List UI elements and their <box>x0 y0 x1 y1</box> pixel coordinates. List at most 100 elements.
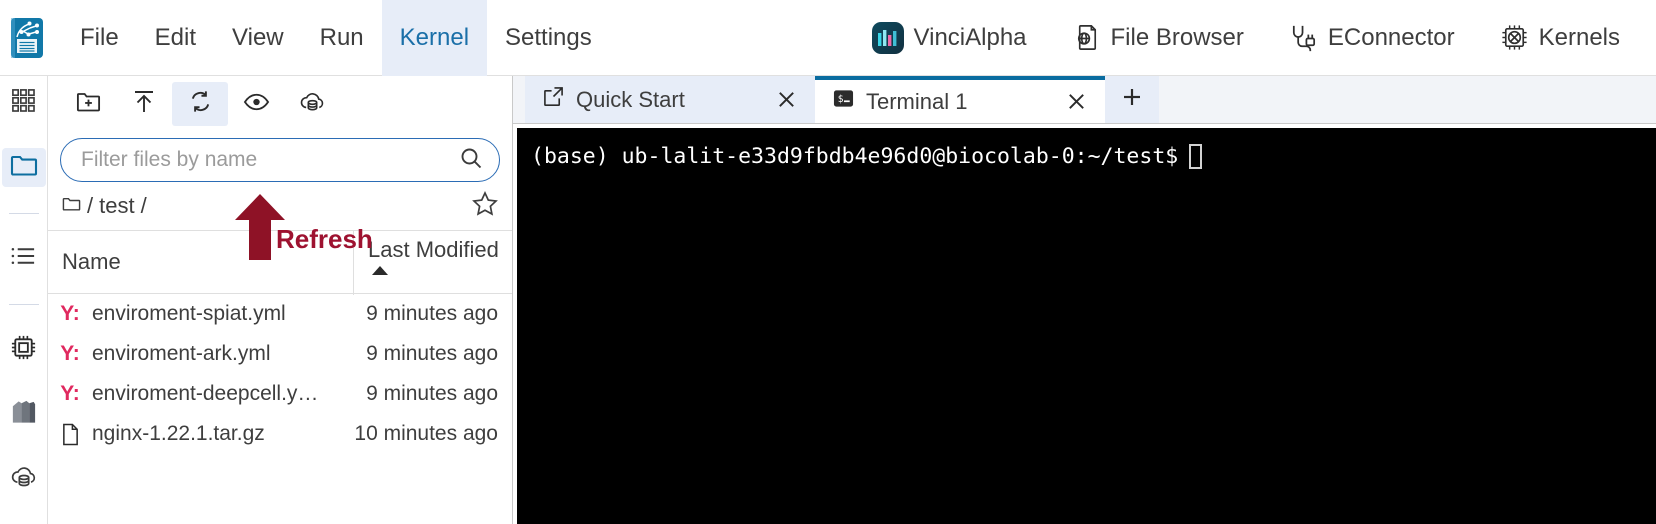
tab-bar-empty-space <box>1159 76 1656 123</box>
menu-bar: File Edit View Run Kernel Settings Vinci… <box>0 0 1656 76</box>
new-folder-button[interactable] <box>60 82 116 126</box>
file-browser-panel: / test / Name Last Modified <box>48 76 513 524</box>
refresh-arrows-icon <box>188 89 213 119</box>
file-modified: 9 minutes ago <box>366 382 498 405</box>
eye-icon <box>243 92 270 117</box>
menu-item-settings[interactable]: Settings <box>487 0 610 76</box>
menu-item-edit[interactable]: Edit <box>137 0 214 76</box>
menu-right-item-vincialpha[interactable]: VinciAlpha <box>849 21 1049 55</box>
sort-ascending-caret-icon <box>372 266 388 275</box>
terminal-prompt-line: (base) ub-lalit-e33d9fbdb4e96d0@biocolab… <box>531 142 1656 171</box>
table-row[interactable]: Y: enviroment-deepcell.y… 9 minutes ago <box>48 374 512 414</box>
column-header-last-modified[interactable]: Last Modified <box>354 231 512 275</box>
column-header-last-modified-label: Last Modified <box>368 237 499 262</box>
file-name: enviroment-deepcell.y… <box>92 382 319 405</box>
left-sidebar-rail <box>0 76 48 524</box>
cloud-sync-button[interactable] <box>284 82 340 126</box>
sidebar-item-cloud-storage[interactable] <box>2 460 46 498</box>
close-icon[interactable] <box>773 87 799 113</box>
terminal-output[interactable]: (base) ub-lalit-e33d9fbdb4e96d0@biocolab… <box>517 128 1656 524</box>
yaml-file-icon: Y: <box>60 302 80 325</box>
plus-icon <box>1121 86 1143 113</box>
toggle-hidden-files-button[interactable] <box>228 82 284 126</box>
sidebar-item-launcher[interactable] <box>2 84 46 122</box>
new-tab-button[interactable] <box>1105 76 1159 123</box>
cloud-database-icon <box>9 464 39 494</box>
refresh-button[interactable] <box>172 82 228 126</box>
file-filter-wrapper <box>48 132 512 182</box>
list-bullet-icon <box>10 244 37 273</box>
tab-label-quick-start: Quick Start <box>576 86 685 112</box>
sidebar-item-kernels[interactable] <box>2 331 46 369</box>
menu-item-file[interactable]: File <box>62 0 137 76</box>
jupyterlab-window: File Edit View Run Kernel Settings Vinci… <box>0 0 1656 524</box>
sidebar-item-running[interactable] <box>2 240 46 278</box>
plug-connector-icon <box>1288 22 1319 53</box>
tab-terminal-1[interactable]: $ Terminal 1 <box>815 76 1105 123</box>
new-folder-plus-icon <box>75 90 102 119</box>
tab-quick-start[interactable]: Quick Start <box>525 76 815 123</box>
file-name: nginx-1.22.1.tar.gz <box>92 422 265 445</box>
layers-books-icon <box>9 398 38 431</box>
file-list-header: Name Last Modified <box>48 230 512 295</box>
terminal-prompt-icon: $ <box>833 88 854 115</box>
search-input[interactable] <box>81 148 459 172</box>
menu-right-item-econnector[interactable]: EConnector <box>1266 22 1477 53</box>
external-link-icon <box>543 86 564 113</box>
file-browser-globe-icon <box>1071 22 1102 53</box>
main-dock-area: Quick Start $ Terminal 1 (base) ub-lalit… <box>513 76 1656 524</box>
folder-icon <box>10 152 38 183</box>
upload-arrow-icon <box>131 89 157 120</box>
rail-divider-1 <box>8 212 39 214</box>
rail-divider-2 <box>8 304 39 305</box>
terminal-prompt-text: (base) ub-lalit-e33d9fbdb4e96d0@biocolab… <box>531 144 1179 169</box>
menu-right-item-file-browser[interactable]: File Browser <box>1049 22 1266 53</box>
menu-right-label-econnector: EConnector <box>1327 23 1455 51</box>
svg-text:$: $ <box>838 94 844 105</box>
column-header-name[interactable]: Name <box>48 231 354 295</box>
folder-outline-icon[interactable] <box>62 196 81 217</box>
file-filter-box[interactable] <box>60 138 500 182</box>
tab-bar: Quick Start $ Terminal 1 <box>513 76 1656 124</box>
breadcrumb-separator-2: / <box>140 193 147 218</box>
star-outline-icon[interactable] <box>472 190 498 221</box>
breadcrumb-segment-test[interactable]: test <box>99 193 134 219</box>
file-name: enviroment-spiat.yml <box>92 302 286 325</box>
file-modified: 9 minutes ago <box>366 342 498 365</box>
file-browser-toolbar <box>48 76 512 132</box>
yaml-file-icon: Y: <box>60 382 80 405</box>
menu-right-item-kernels[interactable]: Kernels <box>1477 22 1642 53</box>
cpu-chip-icon <box>1499 22 1530 53</box>
search-magnifier-icon[interactable] <box>459 146 483 175</box>
menu-items: File Edit View Run Kernel Settings <box>62 0 610 76</box>
terminal-cursor <box>1189 144 1203 169</box>
file-list: Y: enviroment-spiat.yml 9 minutes ago Y:… <box>48 294 512 524</box>
menu-right-label-kernels: Kernels <box>1538 23 1620 51</box>
jupyter-notebook-logo-icon[interactable] <box>10 17 44 59</box>
menu-right-label-vincialpha: VinciAlpha <box>913 23 1027 51</box>
breadcrumb-separator-1: / <box>87 193 94 218</box>
sidebar-item-file-browser[interactable] <box>1 148 46 187</box>
upload-button[interactable] <box>116 82 172 126</box>
table-row[interactable]: Y: enviroment-ark.yml 9 minutes ago <box>48 334 512 374</box>
menu-item-kernel[interactable]: Kernel <box>381 0 488 76</box>
cpu-chip-icon <box>9 333 38 367</box>
table-row[interactable]: Y: enviroment-spiat.yml 9 minutes ago <box>48 294 512 334</box>
file-name: enviroment-ark.yml <box>92 342 271 365</box>
yaml-file-icon: Y: <box>60 342 80 365</box>
table-row[interactable]: nginx-1.22.1.tar.gz 10 minutes ago <box>48 414 512 454</box>
file-modified: 9 minutes ago <box>366 302 498 325</box>
grid-apps-icon <box>10 87 37 119</box>
menu-item-run[interactable]: Run <box>302 0 382 76</box>
body-row: / test / Name Last Modified <box>0 76 1656 524</box>
menu-bar-right-items: VinciAlpha File Browser EConnector Kerne… <box>849 0 1656 76</box>
vincialpha-logo-icon <box>871 21 905 55</box>
menu-item-view[interactable]: View <box>214 0 302 76</box>
generic-file-icon <box>48 423 92 446</box>
cloud-database-icon <box>298 90 327 119</box>
sidebar-item-extensions[interactable] <box>2 395 46 433</box>
breadcrumb: / test / <box>48 182 512 230</box>
tab-label-terminal-1: Terminal 1 <box>866 88 968 114</box>
close-icon[interactable] <box>1063 89 1089 115</box>
menu-right-label-file-browser: File Browser <box>1110 23 1244 51</box>
